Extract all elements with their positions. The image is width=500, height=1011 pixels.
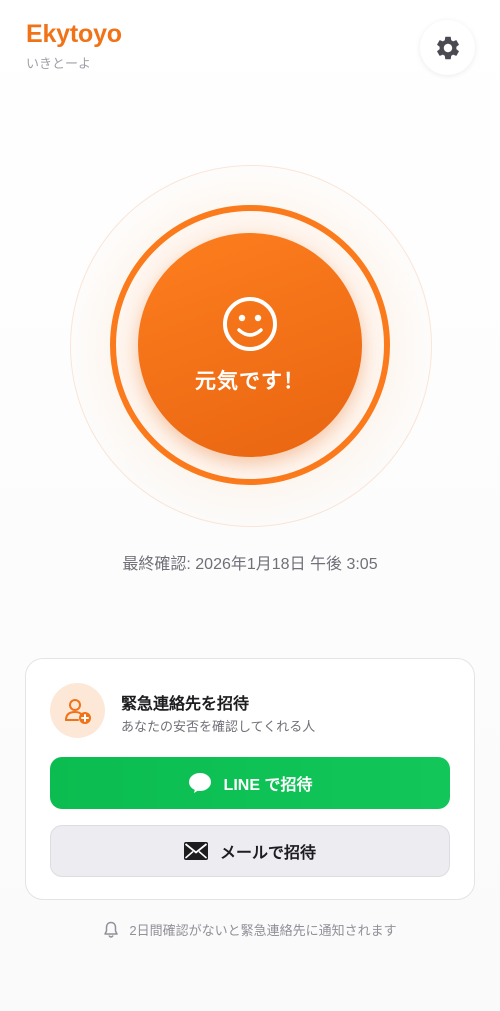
invite-card-description: あなたの安否を確認してくれる人: [121, 719, 316, 734]
app-title: Ekytoyo: [26, 20, 122, 48]
invite-mail-button[interactable]: メールで招待: [50, 825, 450, 877]
invite-line-label: LINE で招待: [223, 777, 313, 794]
smiley-face-icon: [221, 295, 279, 353]
notification-notice-text: 2日間確認がないと緊急連絡先に通知されます: [129, 923, 397, 938]
app-header: Ekytoyo いきとーよ: [26, 22, 122, 72]
bell-icon: [103, 921, 119, 939]
settings-button[interactable]: [420, 20, 475, 75]
invite-line-button[interactable]: LINE で招待: [50, 757, 450, 809]
chat-bubble-icon: [188, 772, 212, 794]
invite-mail-label: メールで招待: [219, 845, 316, 862]
notification-notice: 2日間確認がないと緊急連絡先に通知されます: [0, 920, 500, 939]
last-check-timestamp: 最終確認: 2026年1月18日 午後 3:05: [122, 556, 378, 573]
add-user-icon: [63, 696, 93, 726]
invite-card: 緊急連絡先を招待 あなたの安否を確認してくれる人 LINE で招待 メールで招待: [25, 658, 475, 900]
invite-card-title: 緊急連絡先を招待: [121, 696, 250, 713]
app-subtitle: いきとーよ: [26, 56, 92, 71]
invite-icon-badge: [50, 683, 105, 738]
im-ok-button[interactable]: 元気です！: [138, 233, 362, 457]
gear-icon: [434, 34, 462, 62]
im-ok-label: 元気です！: [195, 370, 305, 393]
envelope-icon: [183, 842, 208, 860]
